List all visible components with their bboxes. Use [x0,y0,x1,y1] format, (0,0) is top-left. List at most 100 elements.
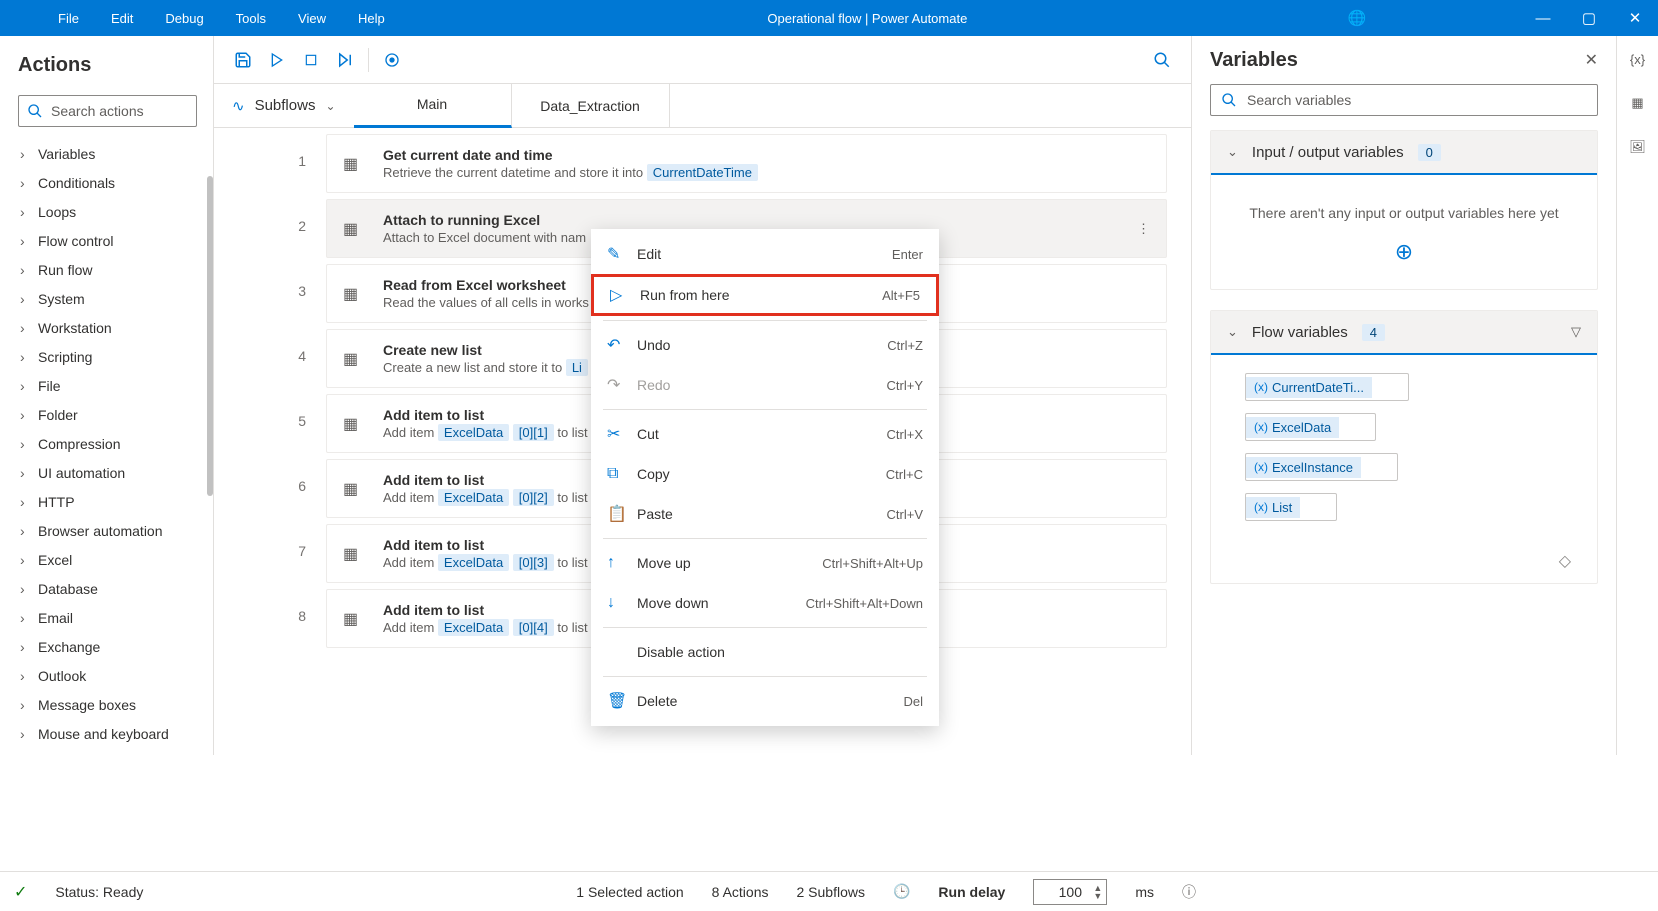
tab-data-extraction[interactable]: Data_Extraction [512,84,670,128]
context-menu-item[interactable]: ↑Move upCtrl+Shift+Alt+Up [591,543,939,583]
run-delay-label: Run delay [938,884,1005,900]
action-category[interactable]: ›UI automation [18,458,197,487]
search-icon [27,103,43,119]
menu-view[interactable]: View [282,11,342,26]
flow-variable-chip[interactable]: (x) ExcelData [1245,413,1376,441]
variables-tab-icon[interactable]: {x} [1630,52,1645,67]
flow-variables-section: ⌄ Flow variables 4 ▽ (x) CurrentDateTi..… [1210,310,1598,584]
action-category[interactable]: ›Loops [18,197,197,226]
action-category[interactable]: ›Scripting [18,342,197,371]
filter-icon[interactable]: ▽ [1571,324,1581,340]
flow-step[interactable]: ▦Get current date and timeRetrieve the c… [326,134,1167,193]
action-category[interactable]: ›Email [18,603,197,632]
close-icon[interactable]: ✕ [1612,9,1658,27]
flow-variable-chip[interactable]: (x) List [1245,493,1337,521]
context-menu-item[interactable]: ↓Move downCtrl+Shift+Alt+Down [591,583,939,623]
subflows-label: Subflows [255,97,316,114]
context-menu: ✎EditEnter▷Run from hereAlt+F5 ↶UndoCtrl+… [591,229,939,726]
flow-variables-header[interactable]: ⌄ Flow variables 4 ▽ [1211,311,1597,355]
context-menu-item[interactable]: 🗑DeleteDel [591,681,939,721]
environment-icon[interactable]: 🌐 [1334,9,1380,27]
line-number: 2 [214,193,326,258]
menu-edit[interactable]: Edit [95,11,149,26]
io-variables-empty: There aren't any input or output variabl… [1211,175,1597,239]
scrollbar-thumb[interactable] [207,176,213,496]
subflow-bar: ∿ Subflows ⌄ Main Data_Extraction [214,84,1191,128]
flow-variables-title: Flow variables [1252,324,1348,341]
right-sidebar: {x} ▦ 🖼 [1616,36,1658,755]
line-numbers: 12345678 [214,128,326,755]
action-category[interactable]: ›Outlook [18,661,197,690]
steps-list: ▦Get current date and timeRetrieve the c… [326,128,1191,755]
actions-search[interactable]: Search actions [18,95,197,127]
record-button[interactable] [375,43,409,77]
action-category[interactable]: ›Run flow [18,255,197,284]
context-menu-item[interactable]: ⧉CopyCtrl+C [591,454,939,494]
run-delay-input[interactable]: 100▲▼ [1033,879,1107,905]
window-title: Operational flow | Power Automate [401,11,1334,26]
designer-area: ∿ Subflows ⌄ Main Data_Extraction 123456… [214,36,1191,755]
action-category[interactable]: ›Message boxes [18,690,197,719]
action-category[interactable]: ›Browser automation [18,516,197,545]
run-delay-unit: ms [1135,884,1154,900]
io-variables-header[interactable]: ⌄ Input / output variables 0 [1211,131,1597,175]
menu-help[interactable]: Help [342,11,401,26]
flow-variables-list: (x) CurrentDateTi... (x) ExcelData (x) Exc… [1211,355,1597,551]
flow-variable-chip[interactable]: (x) CurrentDateTi... [1245,373,1409,401]
action-category[interactable]: ›Folder [18,400,197,429]
actions-title: Actions [18,54,197,77]
action-category[interactable]: ›Database [18,574,197,603]
context-menu-item[interactable]: ✂CutCtrl+X [591,414,939,454]
actions-panel: Actions Search actions ›Variables›Condit… [0,36,214,755]
clear-variables-icon[interactable]: ◇ [1211,551,1597,583]
context-menu-item[interactable]: Disable action [591,632,939,672]
close-variables-icon[interactable]: ✕ [1585,50,1598,70]
action-category[interactable]: ›Conditionals [18,168,197,197]
context-menu-item[interactable]: ✎EditEnter [591,234,939,274]
selected-actions: 1 Selected action [576,884,683,900]
toolbar [214,36,1191,84]
context-menu-item[interactable]: ↶UndoCtrl+Z [591,325,939,365]
add-io-variable-button[interactable]: ⊕ [1211,239,1597,289]
variables-search[interactable]: Search variables [1210,84,1598,116]
action-categories: ›Variables›Conditionals›Loops›Flow contr… [18,139,197,755]
menu-tools[interactable]: Tools [220,11,282,26]
action-category[interactable]: ›Flow control [18,226,197,255]
run-delay-icon: 🕒 [893,883,910,900]
status-ok-icon: ✓ [14,882,27,902]
menu-file[interactable]: File [42,11,95,26]
action-category[interactable]: ›HTTP [18,487,197,516]
action-category[interactable]: ›File [18,371,197,400]
line-number: 7 [214,518,326,583]
maximize-icon[interactable]: ▢ [1566,9,1612,27]
action-category[interactable]: ›Compression [18,429,197,458]
action-category[interactable]: ›Workstation [18,313,197,342]
context-menu-item[interactable]: 📋PasteCtrl+V [591,494,939,534]
save-button[interactable] [226,43,260,77]
line-number: 1 [214,128,326,193]
action-category[interactable]: ›Mouse and keyboard [18,719,197,748]
context-menu-item[interactable]: ▷Run from hereAlt+F5 [591,274,939,316]
ui-elements-tab-icon[interactable]: ▦ [1631,95,1643,111]
search-flow-button[interactable] [1145,43,1179,77]
flow-variable-chip[interactable]: (x) ExcelInstance [1245,453,1398,481]
flow-variables-count: 4 [1362,324,1385,341]
action-category[interactable]: ›Exchange [18,632,197,661]
line-number: 3 [214,258,326,323]
action-category[interactable]: ›Variables [18,139,197,168]
action-category[interactable]: ›System [18,284,197,313]
chevron-down-icon: ⌄ [325,99,335,113]
run-button[interactable] [260,43,294,77]
action-category[interactable]: ›Excel [18,545,197,574]
tab-main[interactable]: Main [354,84,512,128]
titlebar: File Edit Debug Tools View Help Operatio… [0,0,1658,36]
variables-search-placeholder: Search variables [1247,92,1351,108]
step-button[interactable] [328,43,362,77]
subflows-dropdown[interactable]: ∿ Subflows ⌄ [214,97,354,115]
minimize-icon[interactable]: — [1520,10,1566,27]
menubar: File Edit Debug Tools View Help [0,11,401,26]
menu-debug[interactable]: Debug [149,11,219,26]
info-icon[interactable]: ⓘ [1182,882,1196,902]
images-tab-icon[interactable]: 🖼 [1629,139,1646,155]
stop-button[interactable] [294,43,328,77]
